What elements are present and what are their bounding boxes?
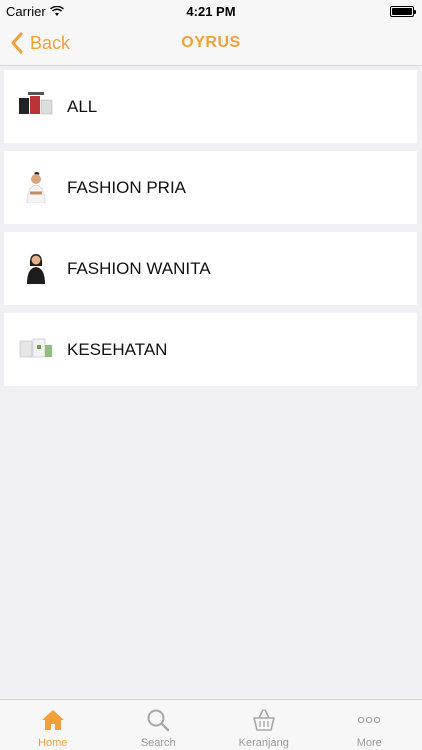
tab-label: Keranjang	[238, 737, 289, 749]
tab-label: More	[356, 737, 382, 749]
category-label: ALL	[67, 97, 98, 116]
category-item-kesehatan[interactable]: KESEHATAN	[4, 313, 417, 386]
product-collage-thumbnail	[19, 92, 53, 115]
tab-bar: Home Search Keranjang More	[0, 699, 422, 750]
home-icon	[41, 710, 64, 730]
navigation-bar: Back OYRUS	[0, 22, 422, 66]
search-icon	[147, 709, 170, 732]
category-item-all[interactable]: ALL	[4, 70, 417, 143]
more-icon	[358, 716, 381, 724]
category-label: KESEHATAN	[67, 340, 168, 359]
category-item-fashion-wanita[interactable]: FASHION WANITA	[4, 232, 417, 305]
tab-keranjang[interactable]: Keranjang	[211, 700, 317, 750]
tab-label: Search	[140, 737, 176, 749]
basket-icon	[252, 709, 275, 731]
tab-search[interactable]: Search	[106, 700, 212, 750]
page-title: OYRUS	[181, 34, 241, 51]
tab-label: Home	[38, 737, 68, 749]
category-label: FASHION PRIA	[67, 178, 187, 197]
woman-fashion-thumbnail	[27, 254, 45, 284]
battery-icon	[390, 6, 416, 17]
tab-home[interactable]: Home	[0, 700, 106, 750]
category-label: FASHION WANITA	[67, 259, 211, 278]
tab-more[interactable]: More	[317, 700, 422, 750]
health-products-thumbnail	[19, 338, 52, 358]
man-fashion-thumbnail	[26, 172, 46, 203]
category-list: ALL FASHION PRIA FASHION WANITA KESEHATA…	[4, 70, 417, 394]
status-time: 4:21 PM	[186, 4, 236, 19]
category-item-fashion-pria[interactable]: FASHION PRIA	[4, 151, 417, 224]
status-bar: Carrier 4:21 PM	[0, 0, 422, 22]
